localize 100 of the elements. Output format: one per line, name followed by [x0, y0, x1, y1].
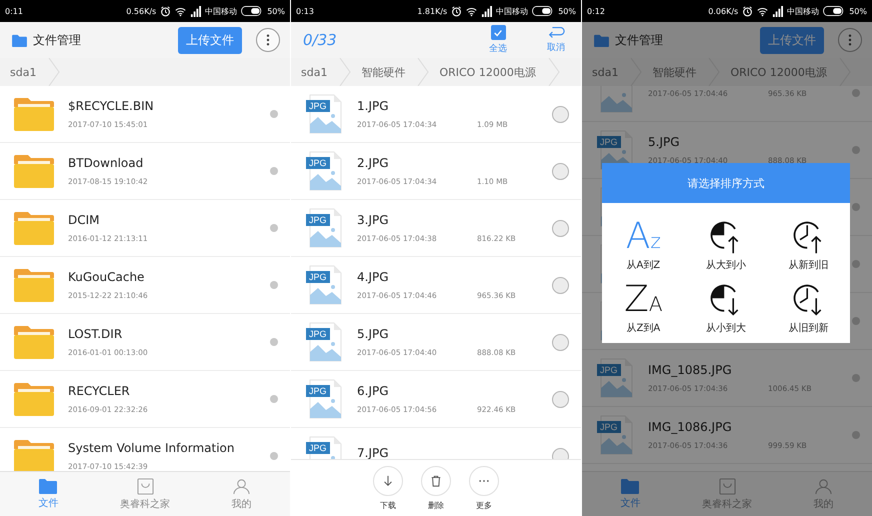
app-title: 文件管理: [33, 32, 81, 48]
folder-icon: [14, 268, 54, 302]
folder-icon: [14, 439, 54, 471]
more-options-button[interactable]: [838, 28, 862, 52]
item-dot-icon[interactable]: [852, 260, 860, 268]
file-name: 5.JPG: [357, 327, 390, 341]
chevron-icon: [48, 58, 60, 86]
file-type-label: JPG: [597, 421, 621, 433]
file-type-label: JPG: [306, 328, 330, 340]
file-name: LOST.DIR: [68, 327, 124, 341]
chevron-icon: [339, 58, 352, 86]
app-title: 文件管理: [615, 32, 663, 48]
sort-letters-icon: ZA: [624, 282, 662, 318]
item-dot-icon[interactable]: [270, 167, 278, 175]
more-options-button[interactable]: [256, 28, 280, 52]
select-radio[interactable]: [552, 220, 569, 236]
file-name: RECYCLER: [68, 384, 131, 398]
network-speed: 0.56K/s: [126, 6, 156, 16]
file-name: 5.JPG: [648, 135, 681, 149]
wifi-icon: [757, 6, 768, 16]
file-name: DCIM: [68, 213, 101, 227]
item-dot-icon[interactable]: [270, 395, 278, 403]
selection-count: 0/33: [303, 31, 337, 49]
more-icon: [266, 34, 270, 46]
file-type-label: JPG: [306, 442, 330, 454]
select-radio[interactable]: [552, 334, 569, 350]
battery-percent: 50%: [267, 6, 285, 16]
item-dot-icon[interactable]: [852, 203, 860, 211]
sort-option[interactable]: 从新到旧: [767, 215, 850, 272]
file-name: 6.JPG: [357, 384, 390, 398]
signal-icon: [481, 6, 492, 16]
battery-icon: [823, 6, 846, 16]
breadcrumb-item[interactable]: ORICO 12000电源: [429, 64, 548, 80]
undo-arrow-icon: [547, 26, 565, 39]
sort-option[interactable]: Az 从A到Z: [602, 215, 685, 272]
wifi-icon: [175, 6, 186, 16]
battery-icon: [241, 6, 264, 16]
item-dot-icon[interactable]: [852, 89, 860, 97]
file-name: IMG_1086.JPG: [648, 420, 733, 434]
file-type-label: JPG: [306, 157, 330, 169]
folder-icon: [14, 211, 54, 245]
status-time: 0:13: [296, 6, 314, 16]
item-dot-icon[interactable]: [270, 452, 278, 460]
sort-option[interactable]: 从大到小: [684, 215, 768, 272]
file-name: KuGouCache: [68, 270, 146, 284]
status-time: 0:12: [587, 6, 605, 16]
download-icon: [382, 474, 394, 486]
file-name: 3.JPG: [357, 213, 390, 227]
file-type-label: JPG: [597, 364, 621, 376]
folder-icon: [14, 382, 54, 416]
file-type-label: JPG: [306, 100, 330, 112]
battery-percent: 50%: [558, 6, 576, 16]
item-dot-icon[interactable]: [270, 281, 278, 289]
sort-option[interactable]: 从旧到新: [767, 278, 850, 335]
wifi-icon: [466, 6, 478, 16]
folder-icon: [14, 325, 54, 359]
item-dot-icon[interactable]: [852, 146, 860, 154]
bag-icon: [136, 478, 154, 494]
file-type-label: JPG: [306, 271, 330, 283]
file-type-label: JPG: [306, 385, 330, 397]
checkmark-icon: [493, 28, 503, 38]
item-dot-icon[interactable]: [270, 110, 278, 118]
network-speed: 0.06K/s: [708, 6, 738, 16]
sort-option[interactable]: 从小到大: [684, 278, 768, 335]
dialog-title: 请选择排序方式: [602, 163, 850, 203]
item-dot-icon[interactable]: [852, 317, 860, 325]
folder-icon: [14, 97, 54, 131]
select-radio[interactable]: [552, 276, 569, 294]
more-icon: [848, 34, 852, 46]
battery-percent: 50%: [849, 6, 867, 16]
folder-icon: [12, 34, 27, 46]
signal-icon: [190, 6, 202, 16]
sort-letters-icon: Az: [626, 219, 661, 255]
breadcrumb-item[interactable]: sda1: [0, 66, 48, 78]
item-dot-icon[interactable]: [270, 338, 278, 346]
folder-icon: [594, 34, 609, 46]
signal-icon: [772, 6, 784, 16]
item-dot-icon[interactable]: [270, 224, 278, 232]
breadcrumb-item[interactable]: 智能硬件: [351, 64, 418, 80]
alarm-clock-icon: [742, 6, 754, 16]
breadcrumb-item[interactable]: sda1: [291, 66, 340, 78]
item-dot-icon[interactable]: [852, 374, 860, 382]
select-all-checkbox[interactable]: [490, 25, 506, 40]
chevron-icon: [417, 58, 430, 86]
person-icon: [233, 478, 250, 494]
alarm-clock-icon: [451, 6, 462, 16]
item-dot-icon[interactable]: [852, 431, 860, 439]
select-radio[interactable]: [552, 106, 569, 122]
file-name: 7.JPG: [357, 446, 390, 459]
select-radio[interactable]: [552, 162, 569, 180]
sort-option[interactable]: ZA 从Z到A: [602, 278, 685, 335]
carrier-name: 中国移动: [205, 6, 238, 16]
carrier-name: 中国移动: [496, 6, 528, 16]
file-type-label: JPG: [306, 214, 330, 226]
network-speed: 1.81K/s: [417, 6, 448, 16]
file-name: 1.JPG: [357, 99, 390, 113]
select-radio[interactable]: [552, 390, 569, 408]
file-name: System Volume Information: [68, 441, 236, 455]
bag-icon: [718, 478, 736, 494]
status-time: 0:11: [5, 6, 23, 16]
